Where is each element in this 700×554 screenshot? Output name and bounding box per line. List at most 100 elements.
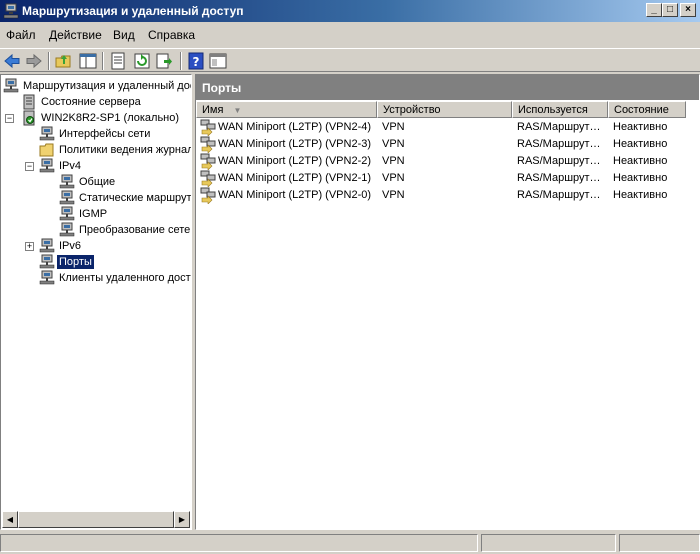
network-icon [39,254,55,269]
port-state: Неактивно [613,172,668,184]
tree-item-label: Преобразование сетевых адресов [79,224,191,236]
column-header-label: Имя [202,104,224,116]
port-state: Неактивно [613,138,668,150]
refresh-icon[interactable] [132,51,152,71]
port-device: VPN [382,121,405,133]
tree-item-server-status[interactable]: Состояние сервера [21,94,191,110]
tree-item-logging-policies[interactable]: Политики ведения журнала [39,142,192,158]
menu-help[interactable]: Справка [148,28,195,42]
tree-item-label: Клиенты удаленного доступа [59,272,191,284]
maximize-button[interactable]: □ [662,3,678,17]
status-cell-main [0,534,478,552]
window-title: Маршрутизация и удаленный доступ [22,4,244,18]
tree-item-static-routes[interactable]: Статические маршруты [59,190,192,206]
server-status-icon [23,94,35,110]
port-state: Неактивно [613,121,668,133]
column-header-name[interactable]: Имя ▼ [196,101,377,118]
menu-view[interactable]: Вид [113,28,135,42]
tree-item-root[interactable]: Маршрутизация и удаленный доступ [3,78,191,94]
tree-item-label: WIN2K8R2-SP1 (локально) [41,112,180,124]
forward-arrow-icon[interactable] [24,51,44,71]
network-icon [39,126,55,141]
table-row[interactable]: WAN Miniport (L2TP) (VPN2-1) VPN RAS/Мар… [196,170,699,187]
column-header-device[interactable]: Устройство [377,101,512,118]
scroll-right-button[interactable]: ▶ [174,511,190,528]
port-state: Неактивно [613,155,668,167]
close-button[interactable]: × [680,3,696,17]
tree-item-label: Интерфейсы сети [59,128,151,140]
tree-item-nat[interactable]: Преобразование сетевых адресов [59,222,191,238]
properties-icon[interactable] [108,51,128,71]
port-icon [200,187,216,204]
server-tree-icon [3,78,19,93]
table-row[interactable]: WAN Miniport (L2TP) (VPN2-4) VPN RAS/Мар… [196,119,699,136]
minimize-button[interactable]: _ [646,3,662,17]
tree-pane[interactable]: Маршрутизация и удаленный доступ Состоян… [0,74,192,530]
tree-item-igmp[interactable]: IGMP [59,206,191,222]
tree-item-network-interfaces[interactable]: Интерфейсы сети [39,126,191,142]
tree-item-label: Статические маршруты [79,192,192,204]
show-tree-icon[interactable] [78,51,98,71]
network-icon [39,158,55,173]
column-header-used[interactable]: Используется [512,101,608,118]
tree-item-remote-clients[interactable]: Клиенты удаленного доступа [39,270,191,286]
collapse-toggle[interactable]: − [5,114,14,123]
title-bar[interactable]: Маршрутизация и удаленный доступ _ □ × [0,0,700,22]
port-icon [200,170,216,187]
port-name: WAN Miniport (L2TP) (VPN2-2) [218,155,372,167]
port-name: WAN Miniport (L2TP) (VPN2-4) [218,121,372,133]
console-icon[interactable] [208,51,228,71]
tree-item-ports[interactable]: Порты [39,254,191,270]
table-row[interactable]: WAN Miniport (L2TP) (VPN2-3) VPN RAS/Мар… [196,136,699,153]
status-cell-right [619,534,700,552]
menu-action[interactable]: Действие [49,28,102,42]
tree-item-server[interactable]: − WIN2K8R2-SP1 (локально) [5,110,191,126]
table-row[interactable]: WAN Miniport (L2TP) (VPN2-2) VPN RAS/Мар… [196,153,699,170]
port-device: VPN [382,155,405,167]
collapse-toggle[interactable]: − [25,162,34,171]
port-device: VPN [382,189,405,201]
table-row[interactable]: WAN Miniport (L2TP) (VPN2-0) VPN RAS/Мар… [196,187,699,204]
tree-item-label: Состояние сервера [41,96,141,108]
network-icon [39,270,55,285]
tree-item-label: IPv4 [59,160,82,172]
pane-title: Порты [196,75,699,100]
menu-file[interactable]: Файл [6,28,36,42]
status-cell-middle [481,534,616,552]
toolbar: ? [0,48,700,72]
ports-list-pane[interactable]: Порты Имя ▼ Устройство Используется Состо… [195,74,700,530]
tree-item-label: Политики ведения журнала [59,144,192,156]
port-icon [200,153,216,170]
port-name: WAN Miniport (L2TP) (VPN2-0) [218,189,372,201]
up-folder-icon[interactable] [54,51,74,71]
folder-icon [39,143,54,157]
status-bar [0,532,700,554]
port-state: Неактивно [613,189,668,201]
back-arrow-icon[interactable] [2,51,22,71]
scroll-left-button[interactable]: ◀ [2,511,18,528]
scroll-thumb[interactable] [18,511,174,528]
tree-item-label: Маршрутизация и удаленный доступ [23,80,191,92]
expand-toggle[interactable]: + [25,242,34,251]
port-device: VPN [382,172,405,184]
network-icon [39,238,55,253]
help-icon[interactable]: ? [186,51,206,71]
port-used: RAS/Маршрут… [517,138,601,150]
export-icon[interactable] [154,51,174,71]
tree-horizontal-scrollbar[interactable]: ◀ ▶ [2,511,190,528]
tree-item-ipv4[interactable]: − IPv4 [25,158,191,174]
network-icon [59,206,75,221]
tree-item-label: Общие [79,176,116,188]
tree-item-label: IPv6 [59,240,82,252]
tree-item-general[interactable]: Общие [59,174,191,190]
port-used: RAS/Маршрут… [517,155,601,167]
port-used: RAS/Маршрут… [517,121,601,133]
column-header-state[interactable]: Состояние [608,101,686,118]
tree-item-ipv6[interactable]: + IPv6 [25,238,191,254]
network-icon [59,190,75,205]
tree-item-label: IGMP [79,208,108,220]
port-name: WAN Miniport (L2TP) (VPN2-1) [218,172,372,184]
port-name: WAN Miniport (L2TP) (VPN2-3) [218,138,372,150]
port-icon [200,119,216,136]
port-used: RAS/Маршрут… [517,189,601,201]
